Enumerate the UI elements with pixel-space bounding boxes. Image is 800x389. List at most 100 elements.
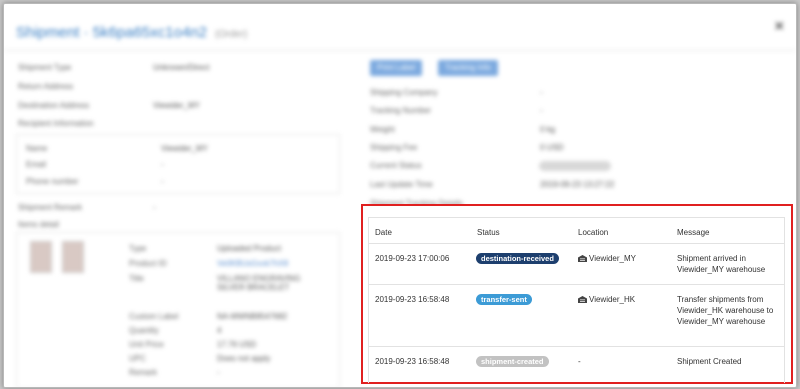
field-value: - — [153, 203, 156, 212]
field-label: Title — [129, 274, 144, 283]
modal-title: Shipment · 5k6pa65xc1o4n2 (Order) — [16, 24, 248, 41]
field-current-status: Current Status — [370, 161, 422, 170]
header-message: Message — [677, 228, 710, 237]
field-value: - — [161, 177, 164, 186]
field-shipping-fee: Shipping Fee 0 USD — [370, 143, 564, 152]
item-unit-price: Unit Price 17.76 USD — [129, 340, 256, 349]
field-value: 2019-09-23 13:27:22 — [540, 180, 615, 189]
field-return-address: Return Address — [18, 82, 73, 91]
field-label: Recipient Information — [18, 119, 94, 128]
field-label: Destination Address — [18, 101, 90, 110]
field-value: Viewider_MY — [153, 101, 200, 110]
field-label: Tracking Number — [370, 106, 432, 115]
item-custom-label: Custom Label NA-MWNB8547682 — [129, 312, 287, 321]
header-date: Date — [375, 228, 392, 237]
shipment-modal: Shipment · 5k6pa65xc1o4n2 (Order) Shipme… — [3, 3, 797, 388]
field-label: Return Address — [18, 82, 74, 91]
item-quantity: Quantity 4 — [129, 326, 221, 335]
field-value: 0 kg — [540, 125, 556, 134]
field-value-text: Viewider_MY — [153, 101, 200, 110]
field-shipment-type: Shipment Type Unknown/Direct — [18, 63, 209, 72]
location-text: Viewider_HK — [589, 295, 636, 304]
row-date: 2019-09-23 16:58:48 — [375, 357, 450, 366]
field-label: Type — [129, 244, 147, 253]
field-label: Quantity — [129, 326, 159, 335]
product-image — [30, 241, 52, 273]
warehouse-icon — [578, 296, 587, 303]
field-label: Last Update Time — [370, 180, 433, 189]
field-label: Remark — [129, 368, 158, 377]
shipment-remark: Shipment Remark - — [18, 203, 156, 212]
row-divider — [369, 346, 784, 347]
recipient-name: Name Viewider_MY — [26, 144, 208, 153]
close-icon[interactable]: × — [775, 18, 784, 36]
item-product-id: Product ID Ve0KBUsGxxk7hX8 — [129, 259, 288, 268]
field-value: - — [217, 368, 220, 377]
row-message: Transfer shipments from Viewider_HK ware… — [677, 295, 774, 326]
tracking-table: Date Status Location Message 2019-09-23 … — [368, 217, 785, 383]
field-value: - — [540, 106, 543, 115]
item-remark: Remark - — [129, 368, 220, 377]
recipient-phone: Phone number - — [26, 177, 164, 186]
row-message: Shipment arrived in Viewider_MY warehous… — [677, 254, 766, 274]
header-location: Location — [578, 228, 609, 237]
modal-title-sub: (Order) — [215, 29, 248, 40]
field-value: - — [540, 88, 543, 97]
field-tracking-number: Tracking Number - — [370, 106, 543, 115]
field-value: Unknown/Direct — [153, 63, 210, 72]
field-value: Viewider_MY — [161, 144, 208, 153]
row-date: 2019-09-23 16:58:48 — [375, 295, 450, 304]
header-divider — [4, 50, 796, 51]
header-status: Status — [477, 228, 500, 237]
field-value: Does not apply — [217, 354, 271, 363]
field-label: Shipment Type — [18, 63, 72, 72]
warehouse-icon — [578, 255, 587, 262]
field-label: Shipment Remark — [18, 203, 83, 212]
item-title: Title VILLANO ENGRAVING SILVER BRACELET — [129, 274, 300, 292]
current-status-badge — [539, 161, 611, 171]
row-divider — [369, 284, 784, 285]
tracking-table-highlight: Date Status Location Message 2019-09-23 … — [361, 204, 793, 384]
field-weight: Weight 0 kg — [370, 125, 555, 134]
field-label: Phone number — [26, 177, 79, 186]
tracking-info-button[interactable]: Tracking Info — [438, 60, 498, 76]
field-label: Items detail — [18, 220, 59, 229]
print-label-button[interactable]: Print Label — [370, 60, 423, 76]
field-label: Product ID — [129, 259, 167, 268]
field-label: UPC — [129, 354, 146, 363]
field-value: VILLANO ENGRAVING SILVER BRACELET — [217, 274, 301, 292]
field-value: - — [161, 160, 164, 169]
status-badge: transfer-sent — [476, 294, 532, 305]
item-upc: UPC Does not apply — [129, 354, 270, 363]
status-badge: shipment-created — [476, 356, 549, 367]
row-date: 2019-09-23 17:00:06 — [375, 254, 450, 263]
field-label: Name — [26, 144, 48, 153]
field-value: 0 USD — [540, 143, 564, 152]
item-type: Type Uploaded Product — [129, 244, 281, 253]
field-label: Shipping Fee — [370, 143, 418, 152]
shipment-id: 5k6pa65xc1o4n2 — [92, 24, 207, 41]
field-recipient-information: Recipient Information — [18, 119, 94, 128]
location-text: Viewider_MY — [589, 254, 636, 263]
row-divider — [369, 243, 784, 244]
row-location: - — [578, 357, 581, 366]
field-label: Current Status — [370, 161, 422, 170]
recipient-email: Email - — [26, 160, 164, 169]
field-value: 17.76 USD — [217, 340, 257, 349]
field-destination-address: Destination Address Viewider_MY — [18, 101, 200, 110]
product-id-link[interactable]: Ve0KBUsGxxk7hX8 — [217, 259, 288, 268]
items-detail-label: Items detail — [18, 220, 59, 229]
field-label: Custom Label — [129, 312, 179, 321]
field-label: Email — [26, 160, 47, 169]
field-shipping-company: Shipping Company - — [370, 88, 543, 97]
status-badge: destination-received — [476, 253, 559, 264]
product-image — [62, 241, 84, 273]
modal-title-label: Shipment — [16, 24, 80, 41]
field-last-update-time: Last Update Time 2019-09-23 13:27:22 — [370, 180, 614, 189]
row-location: Viewider_HK — [578, 294, 635, 305]
field-label: Unit Price — [129, 340, 164, 349]
field-label: Shipping Company — [370, 88, 438, 97]
field-value: NA-MWNB8547682 — [217, 312, 288, 321]
field-label: Weight — [370, 125, 395, 134]
row-message: Shipment Created — [677, 357, 742, 366]
